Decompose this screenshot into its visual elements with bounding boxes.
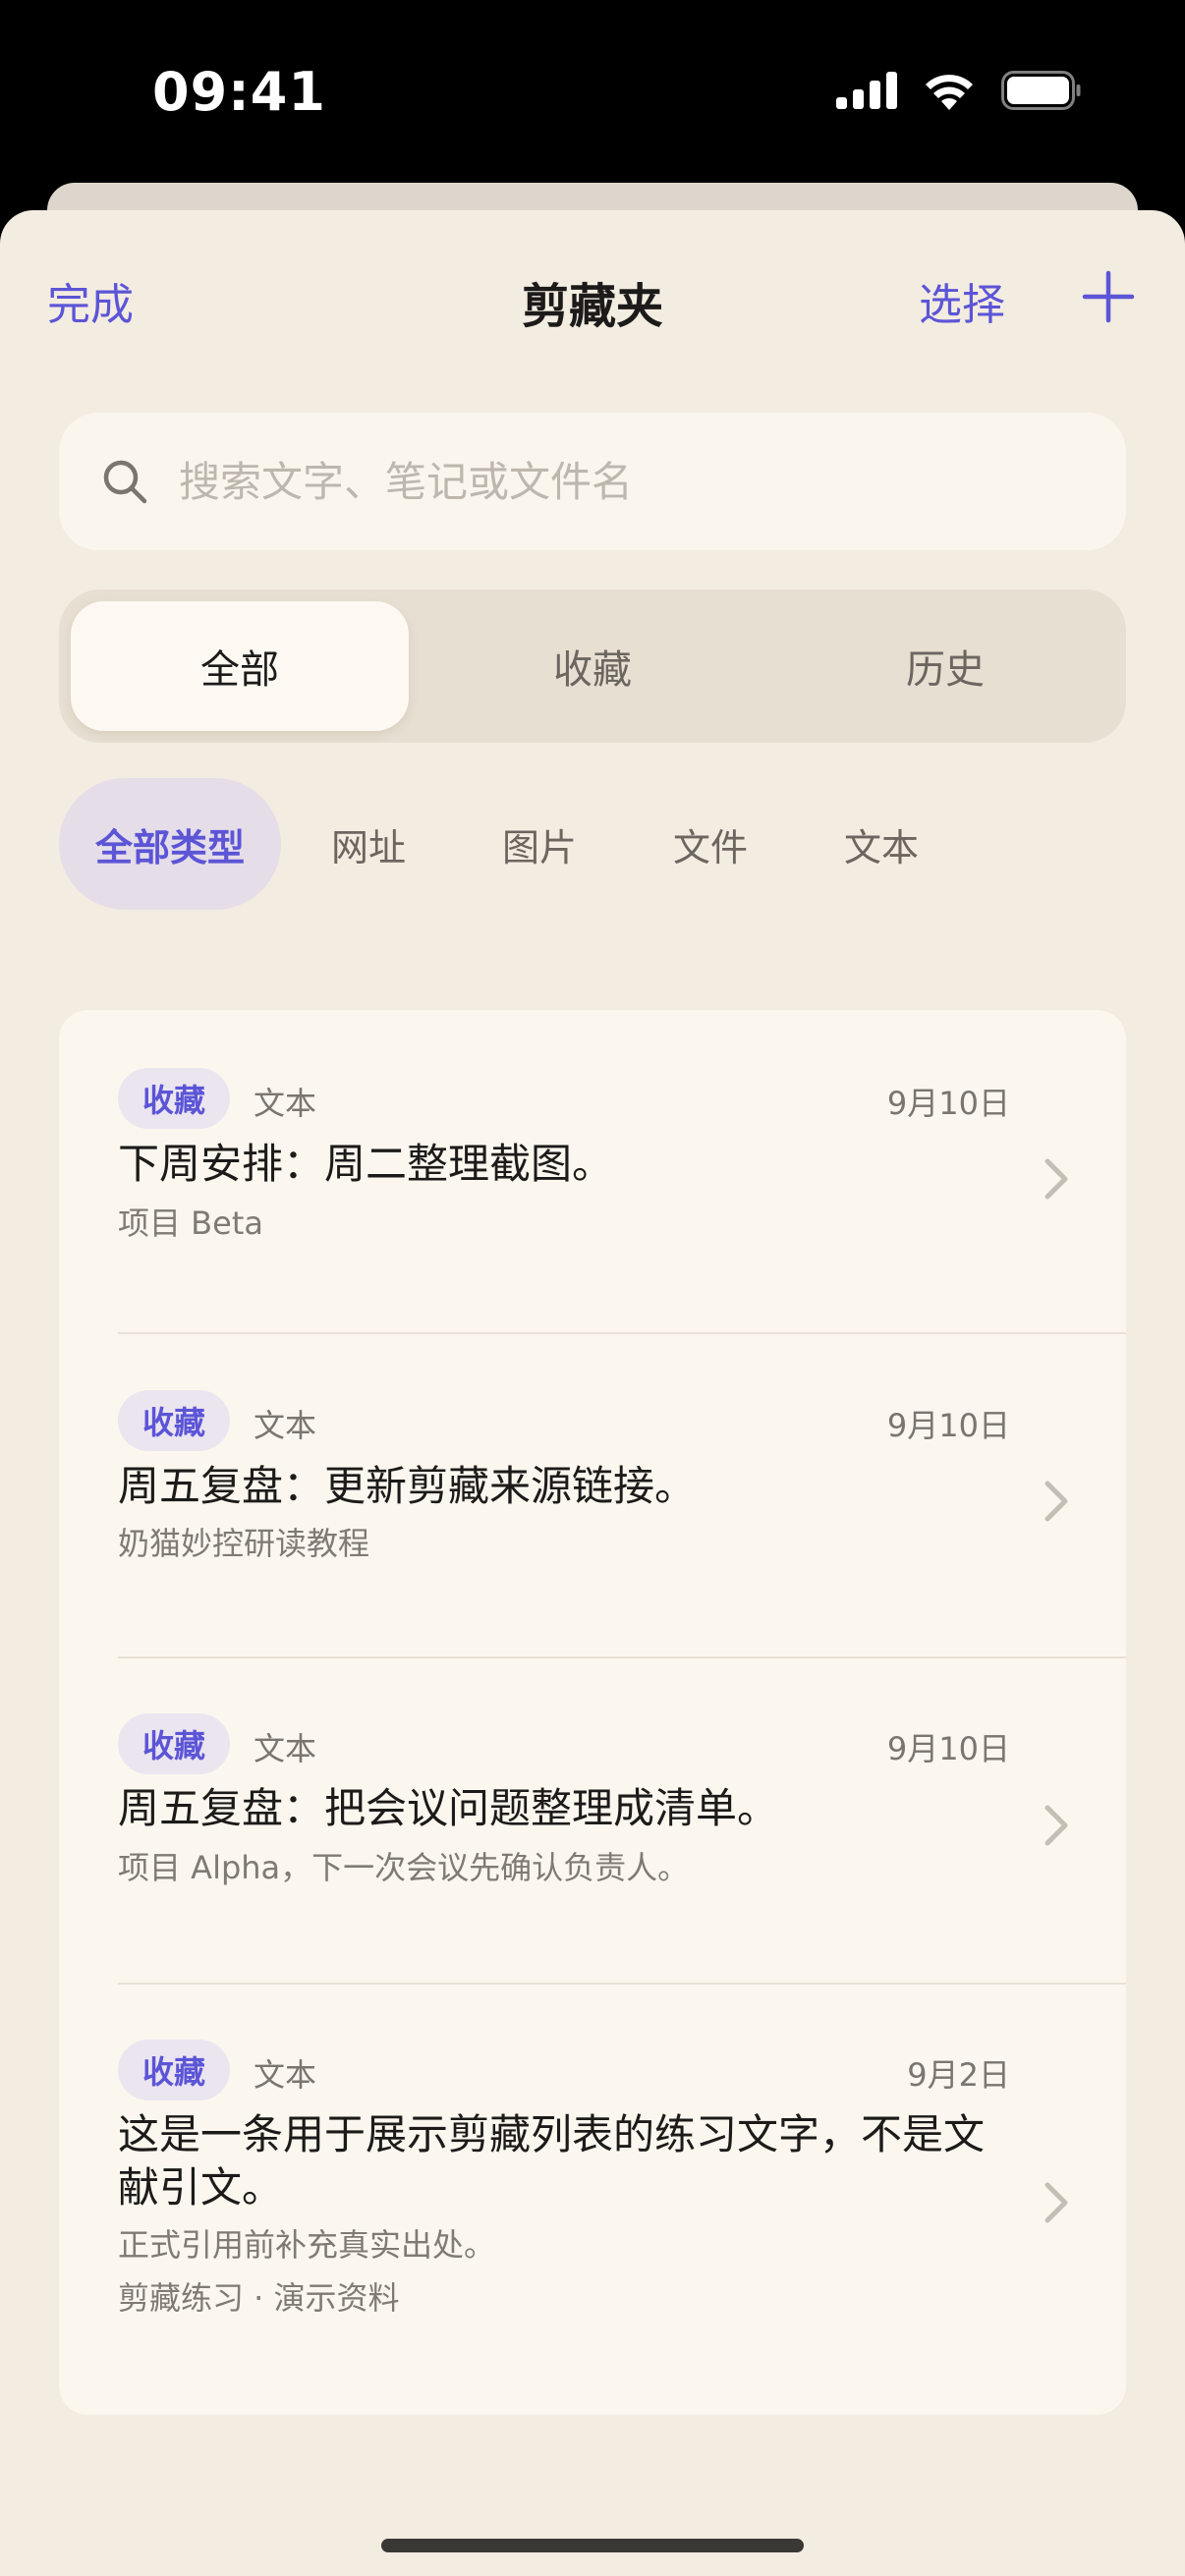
item-title: 这是一条用于展示剪藏列表的练习文字，不是文献引文。: [118, 2110, 986, 2212]
type-label: 文本: [254, 1730, 317, 1767]
list-item[interactable]: 收藏 文本 9月10日 周五复盘：更新剪藏来源链接。 奶猫妙控研读教程: [59, 1334, 1126, 1658]
search-input[interactable]: [177, 456, 1065, 507]
item-title: 周五复盘：把会议问题整理成清单。: [118, 1784, 779, 1832]
filter-file[interactable]: 文件: [658, 778, 762, 910]
battery-icon: [1001, 71, 1081, 110]
screen: 09:41 完成 剪藏夹 选择 搜索文字、笔记或文件名 全部 收藏 历史 全部类…: [0, 0, 1185, 2576]
chevron-right-icon: [1044, 1158, 1068, 1200]
segment-all[interactable]: 全部: [71, 601, 409, 731]
filter-url[interactable]: 网址: [316, 778, 421, 910]
favorite-badge: 收藏: [118, 1713, 230, 1774]
select-button[interactable]: 选择: [919, 269, 1005, 332]
plus-icon[interactable]: [1079, 267, 1138, 326]
segment-history[interactable]: 历史: [776, 601, 1114, 731]
item-meta: 剪藏练习 · 演示资料: [118, 2279, 400, 2317]
type-label: 文本: [254, 1085, 317, 1122]
item-title: 周五复盘：更新剪藏来源链接。: [118, 1462, 697, 1510]
status-icons: [836, 71, 1082, 110]
search-icon: [103, 460, 147, 504]
item-date: 9月10日: [886, 1730, 1010, 1767]
scope-segmented-control: 全部 收藏 历史: [59, 589, 1126, 743]
list-item[interactable]: 收藏 文本 9月2日 这是一条用于展示剪藏列表的练习文字，不是文献引文。 正式引…: [59, 1985, 1126, 2415]
item-subtitle: 奶猫妙控研读教程: [118, 1525, 370, 1562]
filter-image[interactable]: 图片: [487, 778, 592, 910]
item-subtitle: 正式引用前补充真实出处。: [118, 2226, 496, 2264]
filter-all-types[interactable]: 全部类型: [59, 778, 281, 910]
status-time: 09:41: [152, 61, 326, 123]
chevron-right-icon: [1044, 1481, 1068, 1522]
item-date: 9月10日: [886, 1085, 1010, 1122]
item-subtitle: 项目 Beta: [118, 1204, 263, 1242]
segment-favorites[interactable]: 收藏: [423, 601, 762, 731]
wifi-icon: [926, 75, 973, 110]
favorite-badge: 收藏: [118, 1068, 230, 1129]
type-filter-bar: 全部类型 网址 图片 文件 文本: [59, 778, 1126, 910]
favorite-badge: 收藏: [118, 2040, 230, 2100]
type-label: 文本: [254, 2056, 317, 2094]
status-bar: 09:41: [0, 0, 1185, 187]
chevron-right-icon: [1044, 2182, 1068, 2223]
clippings-list: 收藏 文本 9月10日 下周安排：周二整理截图。 项目 Beta 收藏 文本 9…: [59, 1010, 1126, 2415]
item-date: 9月2日: [907, 2056, 1010, 2094]
item-title: 下周安排：周二整理截图。: [118, 1140, 614, 1188]
chevron-right-icon: [1044, 1805, 1068, 1846]
cellular-signal-icon: [836, 72, 897, 109]
filter-text[interactable]: 文本: [829, 778, 933, 910]
clippings-sheet: 完成 剪藏夹 选择 全部 收藏 历史 全部类型 网址 图片 文件 文本: [0, 210, 1185, 2576]
search-bar[interactable]: [59, 413, 1126, 550]
page-title: 剪藏夹: [521, 279, 663, 334]
done-button[interactable]: 完成: [47, 269, 134, 332]
item-subtitle: 项目 Alpha，下一次会议先确认负责人。: [118, 1849, 690, 1886]
type-label: 文本: [254, 1407, 317, 1444]
item-date: 9月10日: [886, 1407, 1010, 1444]
home-indicator[interactable]: [381, 2539, 804, 2552]
navigation-bar: 完成 剪藏夹 选择: [0, 210, 1185, 377]
favorite-badge: 收藏: [118, 1390, 230, 1451]
list-item[interactable]: 收藏 文本 9月10日 周五复盘：把会议问题整理成清单。 项目 Alpha，下一…: [59, 1658, 1126, 1985]
list-item[interactable]: 收藏 文本 9月10日 下周安排：周二整理截图。 项目 Beta: [59, 1010, 1126, 1334]
